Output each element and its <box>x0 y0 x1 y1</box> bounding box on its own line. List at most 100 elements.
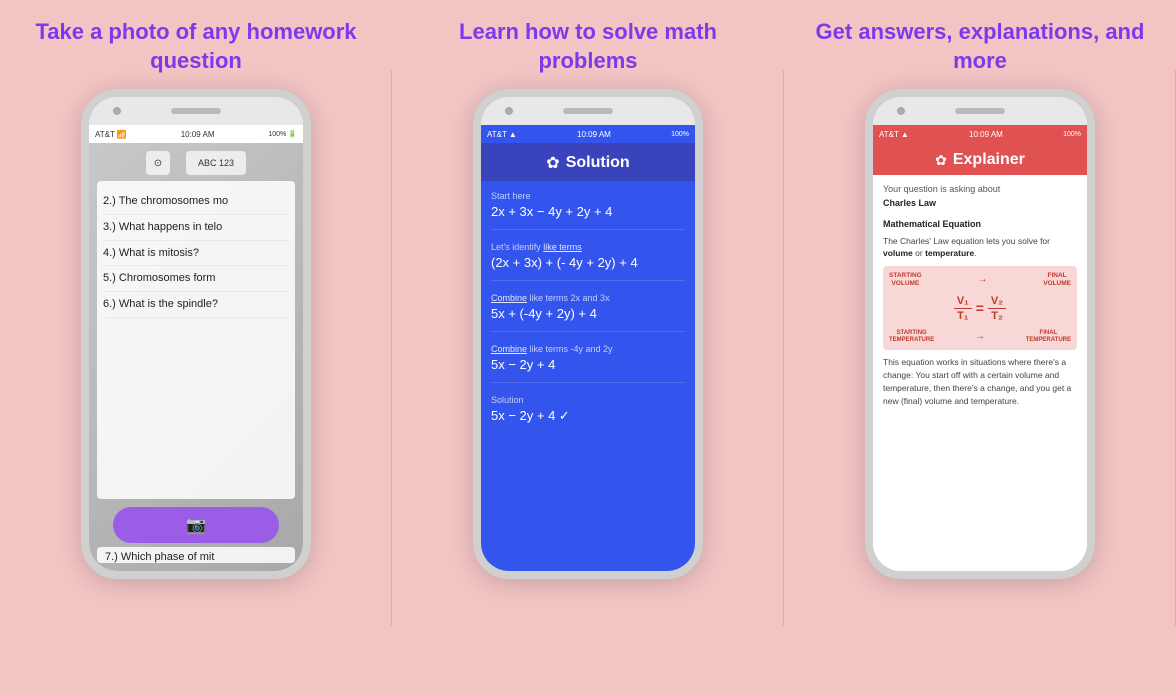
step-2-formula: (2x + 3x) + (- 4y + 2y) + 4 <box>491 255 685 270</box>
step-2-like-terms-link[interactable]: like terms <box>543 242 582 252</box>
diagram-arrow-icon: → <box>977 272 987 287</box>
step-3-label-rest: like terms 2x and 3x <box>527 293 610 303</box>
phone1-camera-dot <box>113 107 121 115</box>
section-solution: Learn how to solve math problems AT&T ▲ … <box>392 0 784 696</box>
step-5-label: Solution <box>491 395 685 405</box>
camera-icon-btn[interactable]: ⊙ <box>146 151 170 175</box>
camera-capture-icon: 📷 <box>186 515 206 535</box>
solution-step-5: Solution 5x − 2y + 4 ✓ <box>491 395 685 434</box>
phone2-screen: ✿ Solution Start here 2x + 3x − 4y + 2y … <box>481 143 695 571</box>
phone3-time: 10:09 AM <box>969 130 1003 139</box>
step-3-formula: 5x + (-4y + 2y) + 4 <box>491 306 685 321</box>
phone1-status-bar: AT&T 📶 10:09 AM 100% 🔋 <box>89 125 303 143</box>
camera-screen: ⊙ ABC 123 2.) The chromosomes mo 3.) Wha… <box>89 143 303 571</box>
phone1-carrier: AT&T <box>95 130 115 139</box>
camera-line-4: 5.) Chromosomes form <box>103 266 289 292</box>
phone1: AT&T 📶 10:09 AM 100% 🔋 ⊙ ABC 123 2.) The… <box>81 89 311 579</box>
step-1-formula: 2x + 3x − 4y + 2y + 4 <box>491 204 685 219</box>
phone2-top <box>481 97 695 125</box>
desc1-bold2: temperature <box>925 248 974 258</box>
phone2-battery: 100% <box>671 131 689 138</box>
equals-sign: = <box>976 298 984 319</box>
solution-body: Start here 2x + 3x − 4y + 2y + 4 Let's i… <box>481 181 695 571</box>
phone1-speaker <box>171 108 221 114</box>
phone3-top <box>873 97 1087 125</box>
phone3-status-bar: AT&T ▲ 10:09 AM 100% <box>873 125 1087 143</box>
phone3-wifi-icon: ▲ <box>901 130 909 139</box>
phone2-wifi-icon: ▲ <box>509 130 517 139</box>
phone3: AT&T ▲ 10:09 AM 100% ✿ Explainer Your qu… <box>865 89 1095 579</box>
solution-logo-icon: ✿ <box>546 153 559 173</box>
camera-toolbar: ⊙ ABC 123 <box>97 151 295 175</box>
camera-line-5: 6.) What is the spindle? <box>103 292 289 318</box>
diagram-top-left: STARTINGVOLUME <box>889 272 922 288</box>
phone3-carrier: AT&T <box>879 130 899 139</box>
phone3-camera-dot <box>897 107 905 115</box>
explainer-header: ✿ Explainer <box>873 143 1087 175</box>
phone1-top <box>89 97 303 125</box>
section3-title: Get answers, explanations, and more <box>784 18 1176 75</box>
charles-law-diagram: STARTINGVOLUME → FINALVOLUME V₁ T₁ = V₂ <box>883 266 1077 350</box>
step-4-label: Combine like terms -4y and 2y <box>491 344 685 354</box>
fraction-1-den: T₁ <box>954 309 971 323</box>
solution-screen: ✿ Solution Start here 2x + 3x − 4y + 2y … <box>481 143 695 571</box>
section2-title: Learn how to solve math problems <box>392 18 784 75</box>
camera-line-1: 2.) The chromosomes mo <box>103 189 289 215</box>
section-explainer: Get answers, explanations, and more AT&T… <box>784 0 1176 696</box>
phone3-speaker <box>955 108 1005 114</box>
explainer-header-text: Explainer <box>953 151 1025 169</box>
step-1-label: Start here <box>491 191 685 201</box>
solution-step-3: Combine like terms 2x and 3x 5x + (-4y +… <box>491 293 685 332</box>
diagram-equation: V₁ T₁ = V₂ T₂ <box>954 294 1006 324</box>
phone2: AT&T ▲ 10:09 AM 100% ✿ Solution Start he… <box>473 89 703 579</box>
camera-content: 2.) The chromosomes mo 3.) What happens … <box>97 181 295 499</box>
solution-header-text: Solution <box>566 154 630 172</box>
section1-title: Take a photo of any homework question <box>0 18 392 75</box>
step-3-label: Combine like terms 2x and 3x <box>491 293 685 303</box>
subject-intro-text: Your question is asking about <box>883 184 1000 194</box>
desc1-middle: or <box>915 248 925 258</box>
subject-name: Charles Law <box>883 198 936 208</box>
phone3-status-right: 100% <box>1063 131 1081 138</box>
explainer-subject: Your question is asking about Charles La… <box>883 183 1077 210</box>
fraction-2: V₂ T₂ <box>988 294 1006 324</box>
diagram-arrow-bottom-icon: → <box>975 329 985 344</box>
diagram-bottom-row: STARTINGTEMPERATURE → FINALTEMPERATURE <box>889 329 1071 344</box>
fraction-1: V₁ T₁ <box>954 294 972 324</box>
explainer-desc-2: This equation works in situations where … <box>883 356 1077 407</box>
explainer-body: Your question is asking about Charles La… <box>873 175 1087 571</box>
diagram-bottom-right: FINALTEMPERATURE <box>1026 330 1071 344</box>
desc1-bold1: volume <box>883 248 913 258</box>
phone1-battery-icon: 🔋 <box>288 130 297 138</box>
diagram-bottom-left: STARTINGTEMPERATURE <box>889 330 934 344</box>
phone2-time: 10:09 AM <box>577 130 611 139</box>
phone2-carrier: AT&T <box>487 130 507 139</box>
capture-button[interactable]: 📷 <box>113 507 279 543</box>
phone2-status-left: AT&T ▲ <box>487 130 517 139</box>
phone1-wifi-icon: 📶 <box>117 130 127 139</box>
phone3-battery: 100% <box>1063 131 1081 138</box>
phone1-screen: ⊙ ABC 123 2.) The chromosomes mo 3.) Wha… <box>89 143 303 571</box>
solution-step-1: Start here 2x + 3x − 4y + 2y + 4 <box>491 191 685 230</box>
phone3-status-left: AT&T ▲ <box>879 130 909 139</box>
camera-line-3: 4.) What is mitosis? <box>103 241 289 267</box>
diagram-top-right: FINALVOLUME <box>1043 272 1071 288</box>
diagram-top-row: STARTINGVOLUME → FINALVOLUME <box>889 272 1071 288</box>
abc-123-btn[interactable]: ABC 123 <box>186 151 246 175</box>
explainer-section-title: Mathematical Equation <box>883 218 1077 232</box>
step-5-formula: 5x − 2y + 4 ✓ <box>491 408 685 424</box>
phone1-status-left: AT&T 📶 <box>95 130 127 139</box>
step-2-label: Let's identify like terms <box>491 242 685 252</box>
phone1-time: 10:09 AM <box>181 130 215 139</box>
fraction-2-num: V₂ <box>988 294 1006 309</box>
explainer-desc-1: The Charles' Law equation lets you solve… <box>883 235 1077 261</box>
phone3-screen: ✿ Explainer Your question is asking abou… <box>873 143 1087 571</box>
desc1-text1: The Charles' Law equation lets you solve… <box>883 236 1050 246</box>
phone2-status-bar: AT&T ▲ 10:09 AM 100% <box>481 125 695 143</box>
step-4-combine-link[interactable]: Combine <box>491 344 527 354</box>
step-3-combine-link[interactable]: Combine <box>491 293 527 303</box>
phone2-camera-dot <box>505 107 513 115</box>
solution-header: ✿ Solution <box>481 143 695 181</box>
fraction-1-num: V₁ <box>954 294 972 309</box>
step-2-label-text: Let's identify <box>491 242 543 252</box>
